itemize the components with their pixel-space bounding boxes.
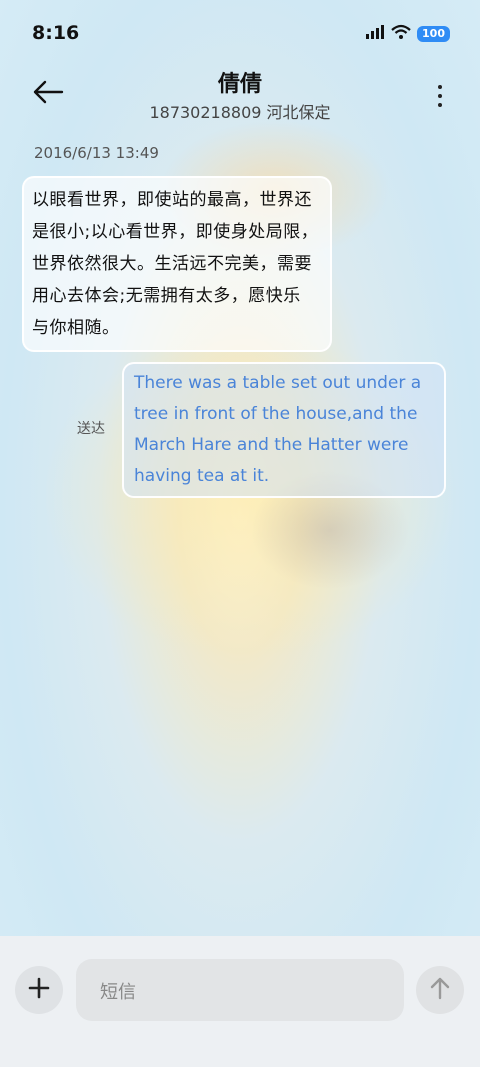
contact-name: 倩倩 xyxy=(217,72,262,97)
message-line: tree in front of the house,and the xyxy=(134,404,418,424)
contact-number-location: 18730218809 河北保定 xyxy=(149,103,331,122)
message-line: 用心去体会;无需拥有太多，愿快乐 xyxy=(32,286,301,306)
add-attachment-button[interactable] xyxy=(15,966,63,1014)
incoming-message-bubble[interactable]: 以眼看世界，即使站的最高，世界还 是很小;以心看世界，即使身处局限， 世界依然很… xyxy=(22,176,332,352)
message-line: 世界依然很大。生活远不完美，需要 xyxy=(32,254,312,274)
conversation-header: 倩倩 18730218809 河北保定 xyxy=(0,66,480,136)
outgoing-message-bubble[interactable]: There was a table set out under a tree i… xyxy=(122,362,446,498)
delivered-status: 送达 xyxy=(77,421,105,437)
send-arrow-icon xyxy=(429,976,451,1004)
more-vertical-icon xyxy=(438,103,442,107)
wifi-icon xyxy=(391,24,411,44)
message-line: 与你相随。 xyxy=(32,318,120,338)
status-time: 8:16 xyxy=(32,22,80,44)
message-timestamp: 2016/6/13 13:49 xyxy=(34,144,159,162)
message-line: having tea at it. xyxy=(134,466,270,486)
more-vertical-icon xyxy=(438,85,442,89)
message-line: 以眼看世界，即使站的最高，世界还 xyxy=(32,190,312,210)
more-options-button[interactable] xyxy=(430,78,450,114)
message-line: There was a table set out under a xyxy=(134,373,422,393)
composer-bar: 短信 xyxy=(0,936,480,1067)
signal-icon xyxy=(365,24,385,44)
status-bar: 8:16 100 xyxy=(0,0,480,66)
sms-input[interactable]: 短信 xyxy=(76,959,404,1021)
status-icons: 100 xyxy=(365,24,450,44)
message-line: March Hare and the Hatter were xyxy=(134,435,409,455)
more-vertical-icon xyxy=(438,94,442,98)
send-button[interactable] xyxy=(416,966,464,1014)
sms-input-placeholder: 短信 xyxy=(100,982,136,1003)
message-line: 是很小;以心看世界，即使身处局限， xyxy=(32,222,319,242)
plus-icon xyxy=(28,977,50,1003)
battery-icon: 100 xyxy=(417,26,450,42)
